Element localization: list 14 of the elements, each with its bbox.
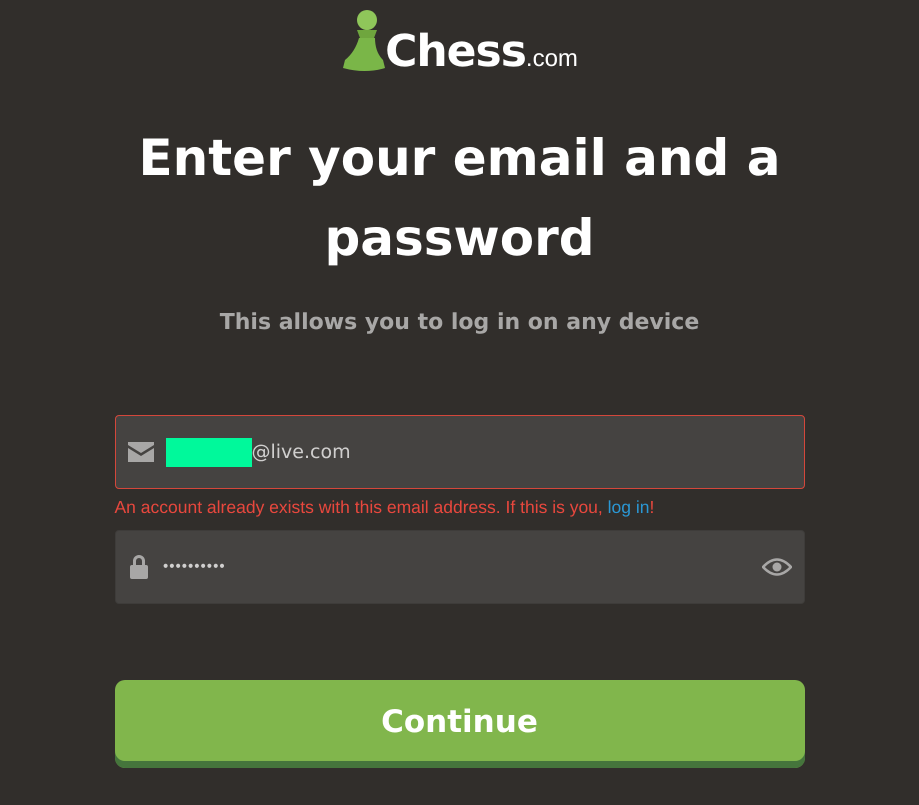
lock-icon — [128, 555, 150, 579]
page-title: Enter your email and a password — [138, 128, 782, 269]
eye-icon[interactable] — [762, 558, 792, 576]
password-input[interactable]: •••••••••• — [162, 559, 750, 575]
logo-wordmark: Chess — [385, 30, 526, 74]
envelope-icon — [128, 442, 154, 462]
log-in-link[interactable]: log in — [608, 497, 650, 517]
logo-suffix: .com — [526, 44, 578, 74]
email-field[interactable]: @live.com — [114, 415, 804, 489]
password-field[interactable]: •••••••••• — [114, 530, 804, 604]
email-input[interactable]: @live.com — [252, 441, 792, 463]
subtitle: This allows you to log in on any device — [220, 310, 700, 335]
pawn-icon — [341, 8, 388, 74]
error-message: An account already exists with this email address. If this is you, log in! — [114, 497, 656, 518]
